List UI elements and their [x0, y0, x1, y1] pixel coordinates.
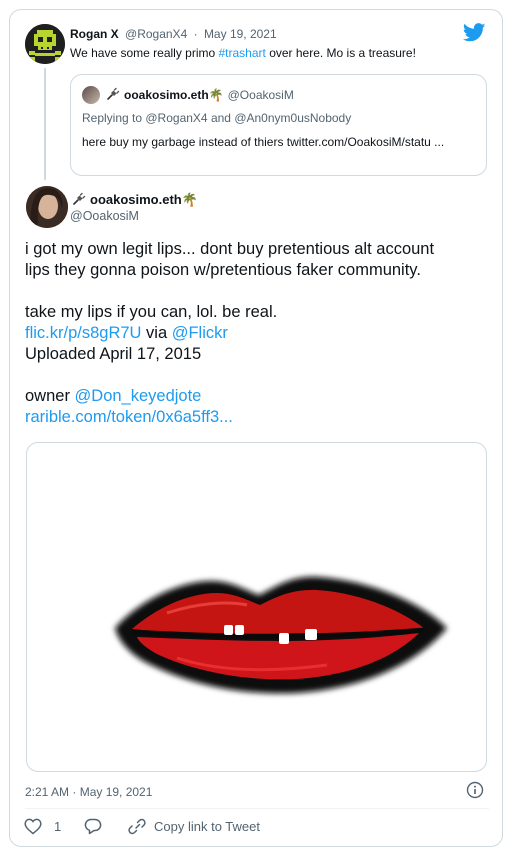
tweet-text: i got my own legit lips... dont buy pret…: [25, 239, 495, 428]
owner-label: owner: [25, 387, 75, 405]
flickr-mention[interactable]: @Flickr: [172, 324, 228, 342]
replying-to-label: Replying to: [82, 111, 146, 125]
flickr-link[interactable]: flic.kr/p/s8gR7U: [25, 324, 141, 342]
info-icon[interactable]: [466, 781, 484, 799]
parent-author-handle[interactable]: @RoganX4: [125, 27, 187, 41]
replying-to: Replying to @RoganX4 and @An0nym0usNobod…: [82, 111, 351, 125]
copy-link-button[interactable]: Copy link to Tweet: [128, 818, 260, 835]
tweet-line-3: take my lips if you can, lol. be real.: [25, 303, 278, 321]
twitter-bird-icon[interactable]: [463, 23, 486, 42]
tweet-card: Rogan X @RoganX4 · May 19, 2021 We have …: [9, 9, 503, 847]
replying-and: and: [207, 111, 235, 125]
lips-artwork: [115, 576, 447, 694]
divider: [25, 808, 489, 809]
quote-author-name[interactable]: ooakosimo.eth🌴: [124, 88, 224, 102]
parent-text-end: over here. Mo is a treasure!: [265, 46, 416, 60]
main-avatar[interactable]: [26, 186, 68, 228]
profile-photo: [26, 186, 68, 228]
quote-author-handle[interactable]: @OoakosiM: [228, 88, 294, 102]
reply-button[interactable]: [84, 818, 102, 835]
link-icon: [128, 818, 146, 835]
tweet-timestamp[interactable]: 2:21 AM · May 19, 2021: [25, 785, 152, 799]
quote-body: here buy my garbage instead of thiers tw…: [82, 135, 445, 149]
separator-dot: ·: [193, 27, 198, 41]
parent-text: We have some really primo #trashart over…: [70, 46, 416, 60]
parent-header: Rogan X @RoganX4 · May 19, 2021: [70, 27, 277, 41]
tweet-image[interactable]: [26, 442, 487, 772]
tweet-line-1: i got my own legit lips... dont buy pret…: [25, 240, 435, 258]
quoted-tweet[interactable]: ooakosimo.eth🌴 @OoakosiM Replying to @Rog…: [70, 74, 487, 176]
reply-mention-roganx4[interactable]: @RoganX4: [145, 111, 207, 125]
parent-author-name[interactable]: Rogan X: [70, 27, 119, 41]
rarible-line: rarible.com/token/0x6a5ff3...: [25, 407, 495, 428]
copy-link-label: Copy link to Tweet: [154, 819, 260, 834]
via-text: via: [141, 324, 172, 342]
reply-mention-an0nym0usnobody[interactable]: @An0nym0usNobody: [234, 111, 351, 125]
author-handle[interactable]: @OoakosiM: [70, 209, 139, 223]
like-count: 1: [54, 819, 62, 834]
quote-author: ooakosimo.eth🌴 @OoakosiM: [124, 88, 294, 102]
like-button[interactable]: 1: [24, 818, 61, 835]
hashtag-link[interactable]: #trashart: [219, 46, 266, 60]
plug-icon: [107, 87, 120, 100]
flickr-line: flic.kr/p/s8gR7U via @Flickr: [25, 323, 495, 344]
parent-date[interactable]: May 19, 2021: [204, 27, 277, 41]
owner-mention[interactable]: @Don_keyedjote: [75, 387, 202, 405]
plug-icon: [73, 192, 86, 205]
reply-icon: [84, 818, 102, 835]
tweet-line-2: lips they gonna poison w/pretentious fak…: [25, 261, 421, 279]
thread-line: [44, 68, 46, 180]
parent-text-start: We have some really primo: [70, 46, 219, 60]
quote-avatar[interactable]: [82, 86, 100, 104]
author-name[interactable]: ooakosimo.eth🌴: [90, 192, 198, 208]
owner-line: owner @Don_keyedjote: [25, 386, 495, 407]
pixel-skull-icon: [25, 24, 65, 64]
rarible-link[interactable]: rarible.com/token/0x6a5ff3...: [25, 408, 233, 426]
heart-icon: [24, 818, 42, 835]
uploaded-line: Uploaded April 17, 2015: [25, 345, 202, 363]
parent-avatar[interactable]: [25, 24, 65, 64]
